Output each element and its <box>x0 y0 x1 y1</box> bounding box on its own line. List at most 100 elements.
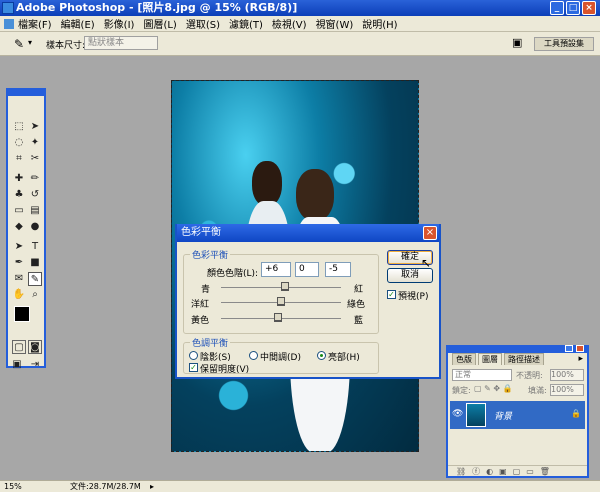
slider-magenta-label: 洋紅 <box>191 300 210 310</box>
level-magenta-green-field[interactable]: 0 <box>295 262 319 277</box>
menu-edit[interactable]: 編輯(E) <box>61 16 95 31</box>
clone-stamp-icon[interactable]: ♣ <box>12 188 26 202</box>
magenta-green-slider-thumb[interactable] <box>277 297 285 306</box>
brush-tool-icon[interactable]: ✏ <box>28 172 42 186</box>
tone-balance-group-label: 色調平衡 <box>190 336 231 349</box>
slice-tool-icon[interactable]: ✂ <box>28 152 42 166</box>
menu-help[interactable]: 說明(H) <box>362 16 397 31</box>
lasso-tool-icon[interactable]: ◌ <box>12 136 26 150</box>
healing-brush-icon[interactable]: ✚ <box>12 172 26 186</box>
photoshop-logo-icon <box>2 2 14 14</box>
shape-tool-icon[interactable]: ■ <box>28 256 42 270</box>
fill-field[interactable]: 100% <box>550 384 584 396</box>
layer-name[interactable]: 背景 <box>494 409 512 422</box>
opacity-label: 不透明: <box>516 371 543 380</box>
layer-thumbnail <box>466 403 486 427</box>
menu-image[interactable]: 影像(I) <box>104 16 135 31</box>
fill-label: 填滿: <box>528 386 547 395</box>
layers-footer-buttons[interactable]: ⛓ⓕ◐▣▢▭🗑 <box>448 465 587 477</box>
shadows-radio[interactable] <box>189 351 198 360</box>
groom-head <box>252 161 282 206</box>
blur-tool-icon[interactable]: ◆ <box>12 220 26 234</box>
menu-bar: 檔案(F) 編輯(E) 影像(I) 圖層(L) 選取(S) 濾鏡(T) 檢視(V… <box>0 16 600 32</box>
marquee-tool-icon[interactable]: ⬚ <box>12 120 26 134</box>
path-select-icon[interactable]: ➤ <box>12 240 26 254</box>
tool-presets-tab[interactable]: 工具預設集 <box>534 37 594 51</box>
status-bar: 15% 文件:28.7M/28.7M ▸ <box>0 480 600 492</box>
tool-preset-dropdown-icon[interactable]: ▾ <box>28 38 32 47</box>
jump-to-imageready-icon[interactable]: ⇥ <box>28 358 42 372</box>
slider-yellow-label: 黃色 <box>191 316 210 326</box>
lock-label: 鎖定: <box>452 386 471 395</box>
file-browser-icon[interactable]: ▣ <box>512 36 528 52</box>
midtones-label: 中間調(D) <box>260 353 301 363</box>
move-tool-icon[interactable]: ➤ <box>28 120 42 134</box>
cancel-button[interactable]: 取消 <box>387 268 433 283</box>
gradient-tool-icon[interactable]: ▤ <box>28 204 42 218</box>
menu-filter[interactable]: 濾鏡(T) <box>229 16 263 31</box>
tab-paths[interactable]: 路徑描述 <box>504 353 544 365</box>
highlights-label: 亮部(H) <box>328 353 360 363</box>
bride-head <box>296 169 334 221</box>
menu-select[interactable]: 選取(S) <box>186 16 220 31</box>
mouse-cursor-icon: ↖ <box>421 256 432 270</box>
status-arrow-icon[interactable]: ▸ <box>150 481 154 492</box>
close-button[interactable]: × <box>582 1 596 15</box>
layer-lock-icon: 🔒 <box>571 409 581 418</box>
menu-window[interactable]: 視窗(W) <box>316 16 354 31</box>
yellow-blue-slider-thumb[interactable] <box>274 313 282 322</box>
menu-view[interactable]: 檢視(V) <box>272 16 307 31</box>
opacity-field[interactable]: 100% <box>550 369 584 381</box>
blend-mode-select[interactable]: 正常 <box>452 369 512 381</box>
quick-mask-icon[interactable]: ◙ <box>28 340 42 354</box>
slider-red-label: 紅 <box>354 285 364 295</box>
color-balance-dialog: 色彩平衡 × 色彩平衡 顏色色階(L): +6 0 -5 青 紅 洋紅 綠色 黃… <box>175 224 441 379</box>
cyan-red-slider-thumb[interactable] <box>280 282 289 291</box>
notes-tool-icon[interactable]: ✉ <box>12 272 26 286</box>
type-tool-icon[interactable]: T <box>28 240 42 254</box>
palette-close-button[interactable] <box>576 345 584 352</box>
level-cyan-red-field[interactable]: +6 <box>261 262 291 277</box>
dodge-tool-icon[interactable]: ● <box>28 220 42 234</box>
midtones-radio[interactable] <box>249 351 258 360</box>
sample-size-select[interactable]: 點狀樣本 <box>84 36 158 50</box>
layer-visibility-eye-icon[interactable]: 👁 <box>452 409 463 419</box>
level-yellow-blue-field[interactable]: -5 <box>325 262 351 277</box>
palette-menu-icon[interactable]: ▸ <box>578 354 583 364</box>
maximize-button[interactable]: □ <box>566 1 580 15</box>
slider-green-label: 綠色 <box>347 300 366 310</box>
pen-tool-icon[interactable]: ✒ <box>12 256 26 270</box>
history-brush-icon[interactable]: ↺ <box>28 188 42 202</box>
tab-channels[interactable]: 色版 <box>452 353 476 365</box>
zoom-level[interactable]: 15% <box>4 481 22 492</box>
hand-tool-icon[interactable]: ✋ <box>12 288 26 302</box>
magic-wand-icon[interactable]: ✦ <box>28 136 42 150</box>
zoom-tool-icon[interactable]: ⌕ <box>28 288 42 302</box>
preview-checkbox[interactable]: ✓ <box>387 290 396 299</box>
slider-cyan-label: 青 <box>201 285 211 295</box>
foreground-color-swatch[interactable] <box>14 306 30 322</box>
options-bar: ✎ ▾ 樣本尺寸: 點狀樣本 ▣ 工具預設集 <box>0 32 600 56</box>
color-balance-group-label: 色彩平衡 <box>190 248 231 261</box>
app-menu-icon[interactable] <box>4 18 14 29</box>
eyedropper-tool-icon[interactable]: ✎ <box>28 272 42 286</box>
eyedropper-icon[interactable]: ✎ <box>14 37 24 51</box>
crop-tool-icon[interactable]: ⌗ <box>12 152 26 166</box>
preserve-luminosity-checkbox[interactable]: ✓ <box>189 363 198 372</box>
lock-icons[interactable]: ▢ ✎ ✥ 🔒 <box>474 384 513 393</box>
sample-size-label: 樣本尺寸: <box>46 41 86 51</box>
standard-mode-icon[interactable]: ▢ <box>12 340 26 354</box>
screen-mode-icon[interactable]: ▣ <box>10 358 24 372</box>
color-levels-label: 顏色色階(L): <box>207 269 259 279</box>
tab-layers[interactable]: 圖層 <box>478 353 502 365</box>
slider-blue-label: 藍 <box>354 316 364 326</box>
menu-layer[interactable]: 圖層(L) <box>143 16 176 31</box>
eraser-tool-icon[interactable]: ▭ <box>12 204 26 218</box>
menu-file[interactable]: 檔案(F) <box>18 16 52 31</box>
dialog-title: 色彩平衡 <box>177 224 439 242</box>
dialog-close-button[interactable]: × <box>423 226 437 240</box>
highlights-radio[interactable] <box>317 351 326 360</box>
minimize-button[interactable]: _ <box>550 1 564 15</box>
layer-row-background[interactable]: 👁 背景 🔒 <box>450 401 585 429</box>
palette-minimize-button[interactable] <box>565 345 573 352</box>
